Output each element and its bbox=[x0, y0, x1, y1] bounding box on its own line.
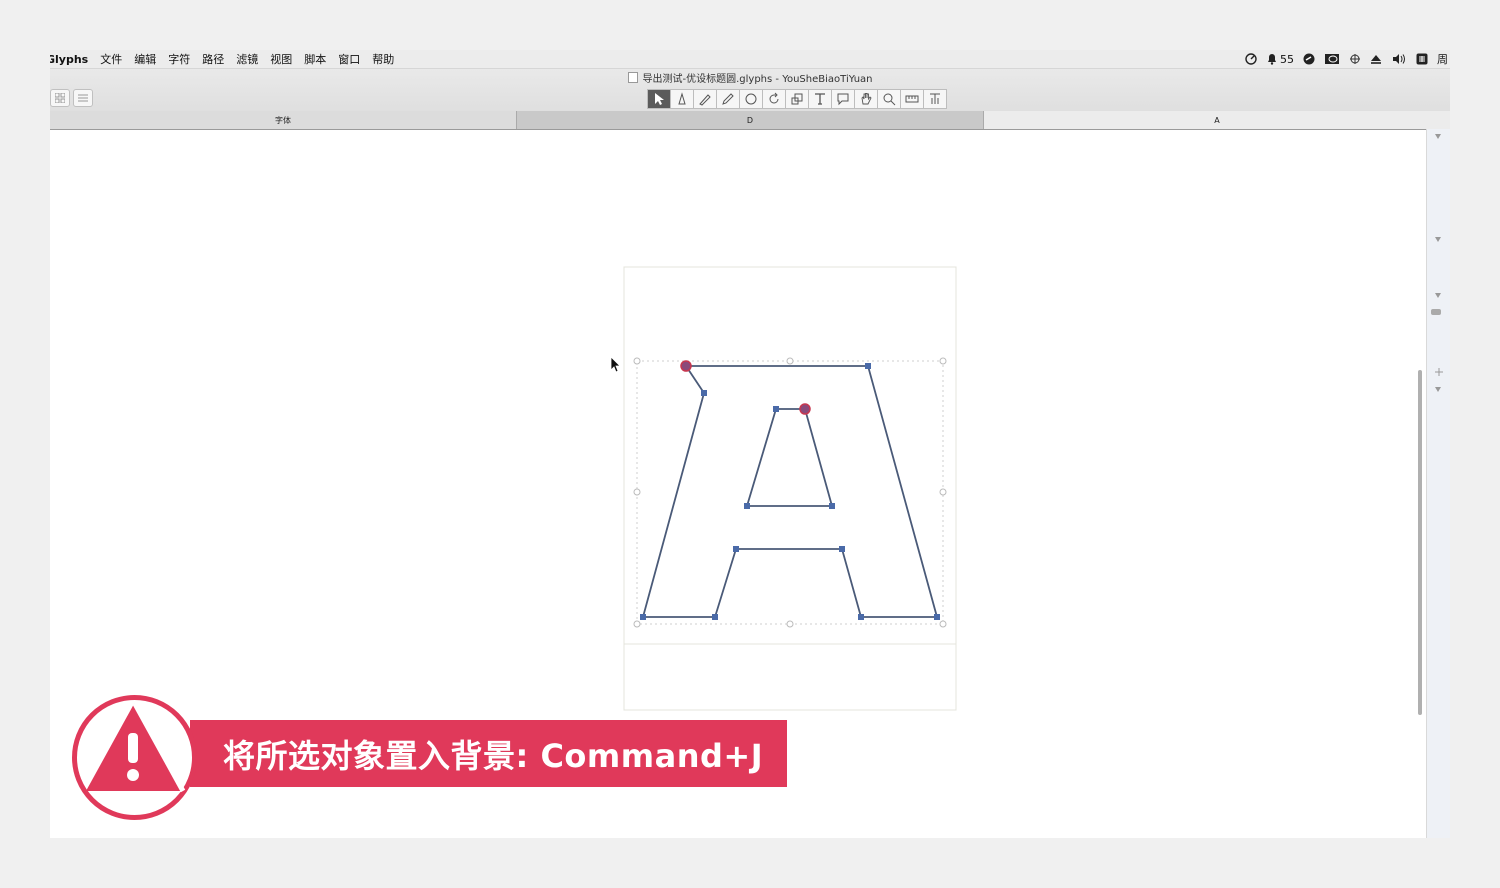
start-node[interactable] bbox=[799, 403, 811, 415]
warning-icon bbox=[72, 695, 197, 820]
transform-handle[interactable] bbox=[633, 620, 641, 628]
menubar-clock[interactable]: 周 bbox=[1437, 51, 1448, 67]
transform-handles[interactable] bbox=[633, 357, 947, 628]
start-node[interactable] bbox=[680, 360, 692, 372]
transform-handle[interactable] bbox=[786, 357, 794, 365]
node[interactable] bbox=[744, 503, 750, 509]
disclosure-triangle-3[interactable] bbox=[1435, 293, 1441, 298]
canvas-scrollbar[interactable] bbox=[1418, 370, 1422, 715]
shortcut-banner-text: 将所选对象置入背景: Command+J bbox=[223, 736, 764, 775]
app-window: Glyphs 文件 编辑 字符 路径 滤镜 视图 脚本 窗口 帮助 55 周 导… bbox=[50, 50, 1450, 838]
outer-contour[interactable] bbox=[641, 365, 939, 618]
transform-handle[interactable] bbox=[939, 488, 947, 496]
transform-handle[interactable] bbox=[786, 620, 794, 628]
node[interactable] bbox=[858, 614, 864, 620]
transform-handle[interactable] bbox=[633, 488, 641, 496]
disclosure-triangle-1[interactable] bbox=[1435, 134, 1441, 139]
node[interactable] bbox=[934, 614, 940, 620]
disclosure-triangle-4[interactable] bbox=[1435, 387, 1441, 392]
shortcut-banner: 将所选对象置入背景: Command+J bbox=[190, 720, 787, 787]
inner-contour[interactable] bbox=[745, 408, 834, 507]
node[interactable] bbox=[701, 390, 707, 396]
transform-handle[interactable] bbox=[939, 357, 947, 365]
layer-icon bbox=[1431, 309, 1441, 315]
node[interactable] bbox=[829, 503, 835, 509]
node[interactable] bbox=[640, 614, 646, 620]
node[interactable] bbox=[865, 363, 871, 369]
node[interactable] bbox=[712, 614, 718, 620]
mouse-cursor-icon bbox=[610, 356, 621, 373]
node[interactable] bbox=[733, 546, 739, 552]
transform-handle[interactable] bbox=[939, 620, 947, 628]
selection-bounding-box bbox=[636, 360, 944, 625]
add-icon[interactable] bbox=[1435, 368, 1443, 376]
palette-panel-controls bbox=[1431, 134, 1443, 392]
node[interactable] bbox=[773, 406, 779, 412]
palette-panel bbox=[1426, 129, 1450, 838]
node[interactable] bbox=[839, 546, 845, 552]
transform-handle[interactable] bbox=[633, 357, 641, 365]
on-curve-nodes[interactable] bbox=[640, 363, 940, 620]
disclosure-triangle-2[interactable] bbox=[1435, 237, 1441, 242]
